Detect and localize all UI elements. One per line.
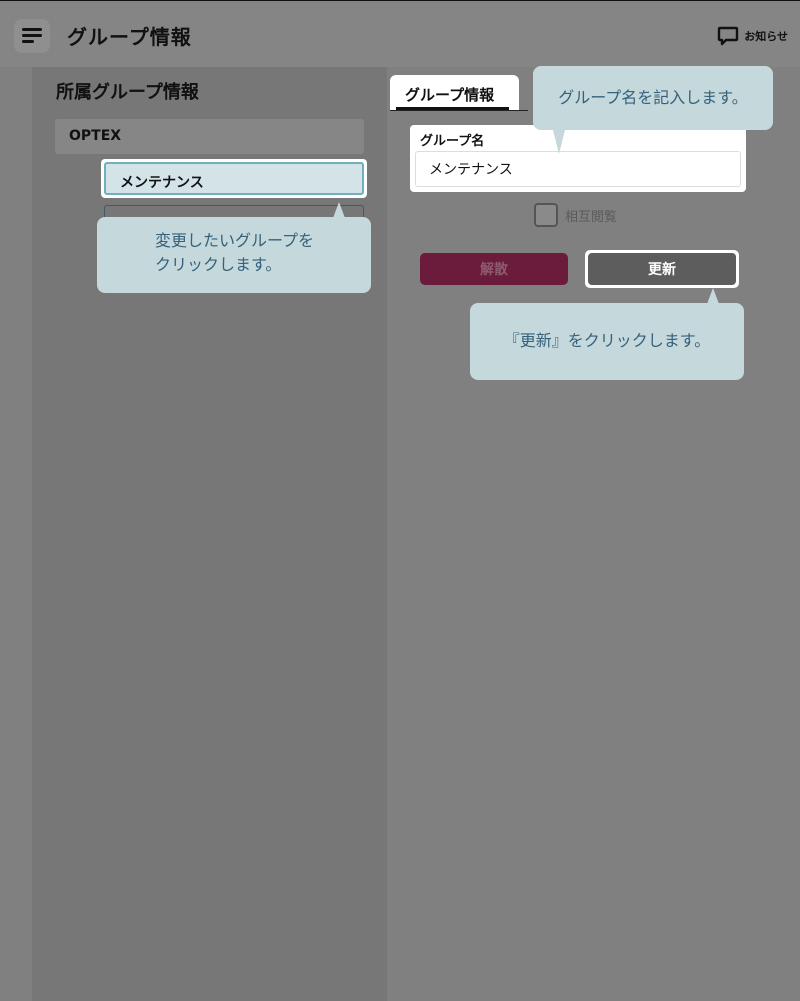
group-name-card: グループ名: [410, 125, 746, 192]
mutual-view-label: 相互閲覧: [565, 210, 618, 225]
page-title: グループ情報: [67, 25, 192, 49]
organization-label: OPTEX: [69, 128, 122, 144]
tab-baseline: [390, 110, 528, 111]
organization-row[interactable]: OPTEX: [55, 119, 364, 154]
dissolve-button[interactable]: 解散: [420, 253, 568, 285]
group-item-label: メンテナンス: [120, 175, 204, 191]
callout-select-group: 変更したいグループを クリックします。: [97, 202, 371, 293]
callout-click-update-text: 『更新』をクリックします。: [503, 331, 711, 350]
tab-group-info[interactable]: グループ情報: [390, 75, 519, 111]
callout-tail: [707, 288, 719, 304]
update-button-highlight: 更新: [585, 250, 739, 288]
notice-button[interactable]: お知らせ: [717, 25, 788, 47]
group-list-title: 所属グループ情報: [56, 82, 199, 103]
update-button[interactable]: 更新: [588, 253, 736, 285]
app-header: グループ情報 お知らせ: [0, 1, 800, 67]
callout-click-update: 『更新』をクリックします。: [470, 288, 744, 380]
notice-label: お知らせ: [744, 30, 788, 43]
callout-enter-name-text: グループ名を記入します。: [558, 88, 748, 107]
mutual-view-checkbox[interactable]: [534, 203, 558, 227]
group-name-label: グループ名: [420, 134, 485, 149]
group-name-input[interactable]: [415, 151, 741, 187]
speech-bubble-icon: [718, 26, 739, 46]
callout-select-group-line2: クリックします。: [155, 255, 282, 274]
hamburger-menu-icon[interactable]: [14, 19, 50, 53]
group-item-maintenance[interactable]: メンテナンス: [101, 159, 367, 198]
tab-label: グループ情報: [405, 86, 495, 104]
callout-tail: [553, 130, 565, 154]
callout-tail: [333, 202, 345, 218]
callout-select-group-line1: 変更したいグループを: [155, 231, 315, 250]
callout-enter-name: グループ名を記入します。: [533, 66, 773, 154]
